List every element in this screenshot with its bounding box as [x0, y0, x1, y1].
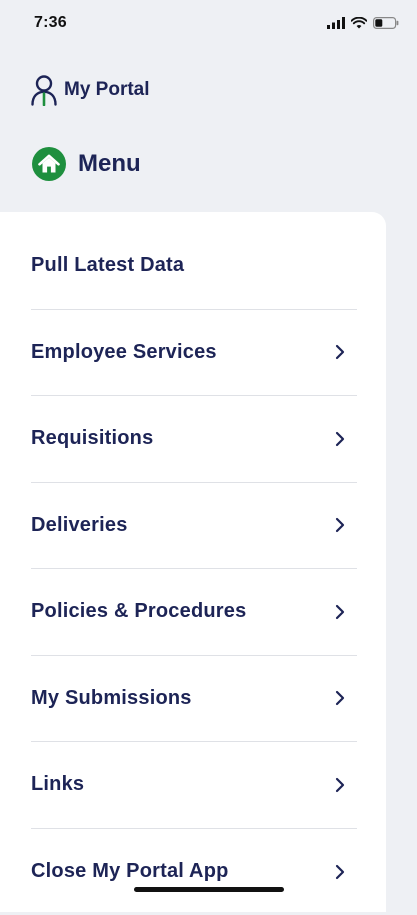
menu-item-label: Policies & Procedures: [31, 600, 246, 623]
menu-item-close-my-portal-app[interactable]: Close My Portal App: [31, 829, 357, 915]
portal-header: My Portal: [30, 72, 150, 108]
home-icon: [31, 146, 67, 182]
chevron-right-icon: [333, 343, 347, 361]
menu-item-deliveries[interactable]: Deliveries: [31, 483, 357, 570]
menu-item-policies-procedures[interactable]: Policies & Procedures: [31, 569, 357, 656]
portal-title: My Portal: [64, 79, 150, 101]
menu-item-pull-latest-data[interactable]: Pull Latest Data: [31, 223, 357, 310]
menu-item-my-submissions[interactable]: My Submissions: [31, 656, 357, 743]
home-indicator[interactable]: [134, 887, 284, 892]
status-time: 7:36: [34, 14, 67, 32]
person-icon: [30, 74, 58, 106]
menu-item-label: Requisitions: [31, 427, 153, 450]
chevron-right-icon: [333, 776, 347, 794]
menu-header: Menu: [31, 146, 141, 182]
status-bar: 7:36: [0, 0, 417, 50]
menu-item-links[interactable]: Links: [31, 742, 357, 829]
menu-item-label: Close My Portal App: [31, 860, 229, 883]
menu-item-requisitions[interactable]: Requisitions: [31, 396, 357, 483]
menu-item-employee-services[interactable]: Employee Services: [31, 310, 357, 397]
status-icons: [327, 16, 399, 30]
chevron-right-icon: [333, 603, 347, 621]
chevron-right-icon: [333, 430, 347, 448]
menu-item-label: Pull Latest Data: [31, 254, 184, 277]
chevron-right-icon: [333, 863, 347, 881]
battery-icon: [373, 17, 399, 29]
menu-title: Menu: [78, 150, 141, 178]
chevron-right-icon: [333, 689, 347, 707]
wifi-icon: [351, 17, 367, 29]
signal-icon: [327, 17, 345, 29]
menu-list: Pull Latest Data Employee Services Requi…: [31, 223, 357, 915]
menu-item-label: Deliveries: [31, 514, 128, 537]
menu-item-label: Links: [31, 773, 84, 796]
menu-item-label: Employee Services: [31, 341, 217, 364]
menu-card: Pull Latest Data Employee Services Requi…: [0, 212, 386, 912]
menu-item-label: My Submissions: [31, 687, 192, 710]
chevron-right-icon: [333, 516, 347, 534]
